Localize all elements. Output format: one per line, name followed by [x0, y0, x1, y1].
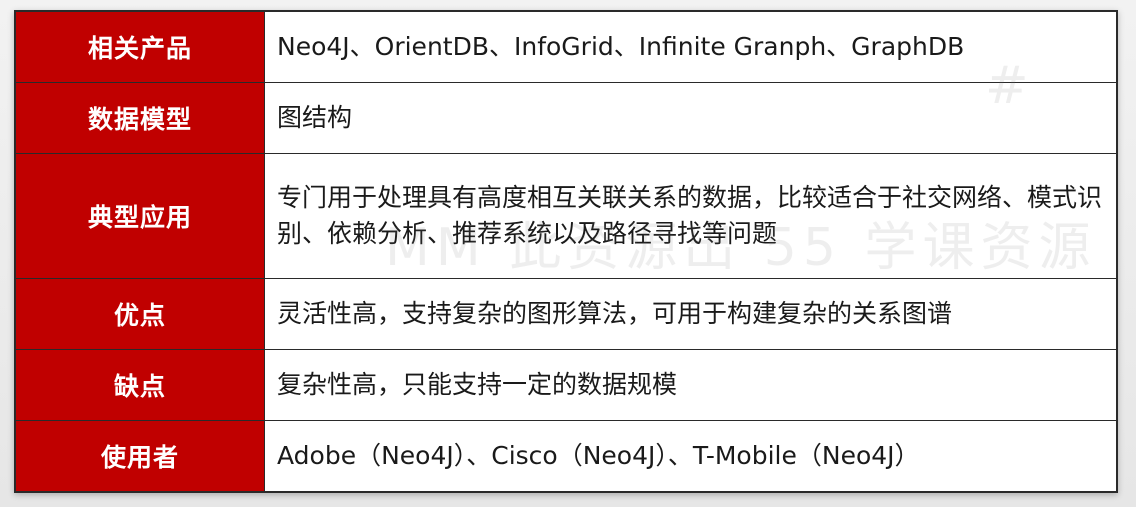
- row-label: 典型应用: [14, 153, 265, 279]
- row-label: 使用者: [14, 420, 265, 493]
- row-label: 数据模型: [14, 82, 265, 154]
- row-label: 相关产品: [14, 10, 265, 83]
- row-value: Adobe（Neo4J）、Cisco（Neo4J）、T-Mobile（Neo4J…: [264, 420, 1118, 493]
- table-row-related-products: 相关产品 Neo4J、OrientDB、InfoGrid、Infinite Gr…: [14, 10, 1118, 83]
- row-label: 优点: [14, 278, 265, 350]
- table-row-users: 使用者 Adobe（Neo4J）、Cisco（Neo4J）、T-Mobile（N…: [14, 420, 1118, 493]
- graph-database-info-table: 相关产品 Neo4J、OrientDB、InfoGrid、Infinite Gr…: [14, 10, 1118, 493]
- table-row-disadvantages: 缺点 复杂性高，只能支持一定的数据规模: [14, 349, 1118, 421]
- row-label: 缺点: [14, 349, 265, 421]
- row-value: 图结构: [264, 82, 1118, 154]
- slide-canvas: 相关产品 Neo4J、OrientDB、InfoGrid、Infinite Gr…: [0, 0, 1136, 507]
- table-row-advantages: 优点 灵活性高，支持复杂的图形算法，可用于构建复杂的关系图谱: [14, 278, 1118, 350]
- row-value: Neo4J、OrientDB、InfoGrid、Infinite Granph、…: [264, 10, 1118, 83]
- row-value: 专门用于处理具有高度相互关联关系的数据，比较适合于社交网络、模式识别、依赖分析、…: [264, 153, 1118, 279]
- row-value: 复杂性高，只能支持一定的数据规模: [264, 349, 1118, 421]
- row-value: 灵活性高，支持复杂的图形算法，可用于构建复杂的关系图谱: [264, 278, 1118, 350]
- table-row-typical-use: 典型应用 专门用于处理具有高度相互关联关系的数据，比较适合于社交网络、模式识别、…: [14, 153, 1118, 279]
- table-row-data-model: 数据模型 图结构: [14, 82, 1118, 154]
